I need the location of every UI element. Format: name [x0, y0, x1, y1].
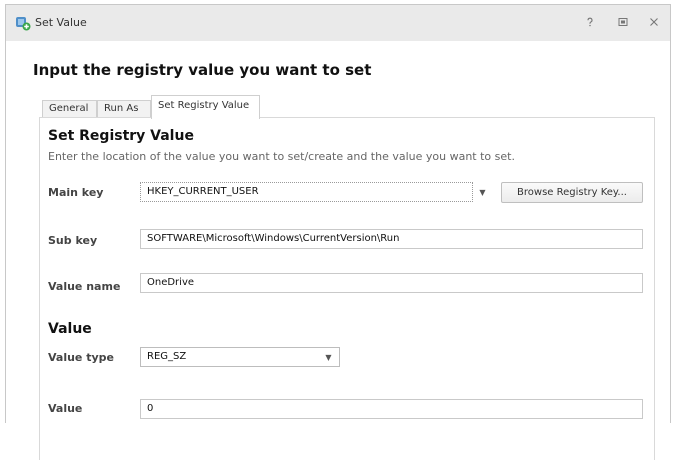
main-key-input[interactable]: HKEY_CURRENT_USER: [140, 182, 473, 202]
value-name-label: Value name: [48, 280, 121, 293]
section-description: Enter the location of the value you want…: [48, 150, 515, 163]
registry-app-icon: [16, 17, 31, 31]
main-key-label: Main key: [48, 186, 104, 199]
value-type-dropdown-arrow[interactable]: ▼: [320, 347, 337, 367]
dialog-heading: Input the registry value you want to set: [33, 61, 372, 79]
tab-run-as[interactable]: Run As: [97, 100, 151, 117]
value-label: Value: [48, 402, 83, 415]
value-input[interactable]: 0: [140, 399, 643, 419]
restore-icon[interactable]: [615, 14, 631, 30]
value-type-label: Value type: [48, 351, 114, 364]
main-key-dropdown-arrow[interactable]: ▼: [474, 182, 491, 202]
close-icon[interactable]: [646, 14, 662, 30]
value-name-input[interactable]: OneDrive: [140, 273, 643, 293]
title-bar[interactable]: Set Value: [6, 5, 670, 41]
tab-general[interactable]: General: [42, 100, 97, 117]
sub-key-label: Sub key: [48, 234, 98, 247]
window-title: Set Value: [35, 16, 87, 29]
help-icon[interactable]: [582, 14, 598, 30]
browse-registry-key-button[interactable]: Browse Registry Key...: [501, 182, 643, 203]
tab-set-registry-value[interactable]: Set Registry Value: [151, 95, 260, 119]
value-type-select[interactable]: REG_SZ: [140, 347, 340, 367]
dialog-content: Input the registry value you want to set…: [6, 41, 670, 460]
section-title-value: Value: [48, 321, 92, 337]
section-title-registry: Set Registry Value: [48, 128, 194, 144]
set-registry-value-panel: Set Registry Value Enter the location of…: [39, 117, 655, 460]
set-value-window: Set Value Input the registry value you w…: [5, 4, 671, 460]
sub-key-input[interactable]: SOFTWARE\Microsoft\Windows\CurrentVersio…: [140, 229, 643, 249]
